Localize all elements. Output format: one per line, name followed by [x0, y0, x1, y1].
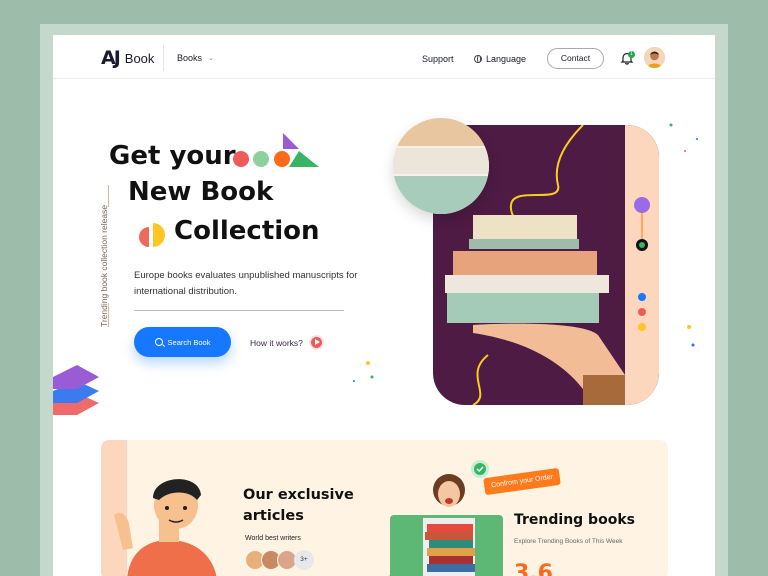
search-book-button[interactable]: Search Book [134, 327, 231, 357]
panel-indicators [634, 197, 650, 331]
book-closeup-image [393, 118, 489, 214]
chevron-down-icon: ⌄ [208, 55, 214, 62]
search-book-label: Search Book [167, 337, 211, 347]
hero-title-line-2: New Book [128, 177, 274, 207]
how-it-works-link[interactable]: How it works? [250, 338, 303, 348]
trending-stat: 3.6 [514, 561, 553, 576]
logo-text: Book [124, 50, 155, 66]
books-dropdown[interactable]: Books ⌄ [177, 53, 214, 63]
woman-with-books-photo [423, 474, 475, 576]
notification-badge: 1 [628, 51, 635, 58]
trending-subtitle: Explore Trending Books of This Week [514, 538, 623, 545]
top-navbar: AJ Book Books ⌄ Support Language Contact… [53, 35, 715, 79]
language-selector[interactable]: Language [474, 54, 526, 64]
nav-divider [163, 45, 164, 71]
articles-subtitle: World best writers [245, 535, 301, 542]
hero-divider [134, 310, 344, 311]
man-reading-illustration [114, 479, 217, 576]
stacked-layers-graphic [53, 365, 99, 415]
hero-title-line-3: Collection [174, 216, 320, 246]
collection-decoration-shapes [139, 223, 165, 247]
features-section [101, 440, 668, 576]
books-dropdown-label: Books [177, 53, 203, 63]
articles-title: Our exclusive articles [243, 485, 363, 527]
writers-more-count[interactable]: 3+ [294, 550, 314, 570]
vertical-tag-line-top [108, 185, 109, 207]
title-decoration-shapes [233, 133, 319, 167]
contact-button[interactable]: Contact [547, 48, 604, 69]
hero-title-line-1: Get your [109, 141, 236, 171]
logo[interactable]: AJ Book [101, 47, 154, 69]
vertical-tag-line-bottom [108, 303, 109, 327]
hero-description: Europe books evaluates unpublished manus… [134, 270, 358, 297]
play-triangle [315, 339, 320, 345]
trending-title: Trending books [514, 512, 635, 528]
logo-mark: AJ [101, 47, 121, 69]
landing-page: AJ Book Books ⌄ Support Language Contact… [53, 35, 715, 576]
articles-title-text: Our exclusive articles [243, 487, 354, 524]
support-link[interactable]: Support [422, 54, 454, 64]
language-label: Language [486, 54, 527, 64]
sparkle-decoration [353, 361, 374, 382]
globe-icon [474, 55, 482, 63]
user-avatar[interactable] [644, 47, 665, 68]
check-icon [471, 460, 489, 478]
avatar-portrait [644, 47, 665, 68]
search-icon [154, 338, 163, 346]
sparkle-decoration-right [669, 123, 698, 347]
